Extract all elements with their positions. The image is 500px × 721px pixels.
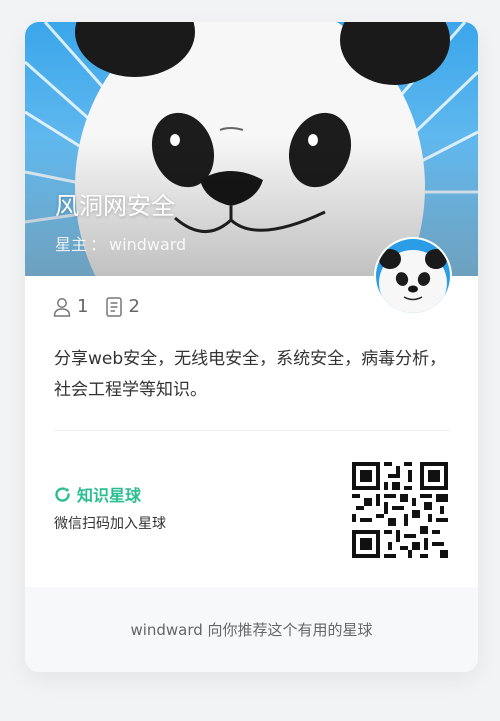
qr-code[interactable] bbox=[352, 462, 448, 558]
topic-count: 2 bbox=[128, 296, 140, 317]
footer: windward 向你推荐这个有用的星球 bbox=[25, 587, 478, 672]
refresh-ring-icon bbox=[55, 486, 70, 502]
brand-name: 知识星球 bbox=[77, 486, 142, 505]
owner-separator: ： bbox=[90, 235, 107, 254]
member-count: 1 bbox=[77, 296, 89, 317]
group-description: 分享web安全，无线电安全，系统安全，病毒分析，社会工程学等知识。 bbox=[54, 349, 447, 400]
owner-line: 星主： windward bbox=[55, 231, 186, 255]
group-stats: 1 2 bbox=[53, 296, 158, 317]
group-name: 风洞网安全 bbox=[55, 192, 175, 220]
document-icon bbox=[106, 296, 123, 317]
topic-stat: 2 bbox=[106, 296, 140, 317]
scan-hint: 微信扫码加入星球 bbox=[54, 516, 166, 532]
member-stat: 1 bbox=[53, 296, 88, 317]
group-card: 风洞网安全 星主： windward 1 2 分享web安全，无线电安全，系统安… bbox=[25, 22, 478, 672]
owner-name: windward bbox=[109, 235, 187, 254]
avatar[interactable] bbox=[374, 237, 452, 315]
footer-text: windward 向你推荐这个有用的星球 bbox=[130, 621, 373, 639]
owner-label: 星主 bbox=[55, 235, 88, 254]
user-icon bbox=[53, 297, 71, 317]
brand-logo: 知识星球 bbox=[54, 482, 141, 506]
divider bbox=[54, 430, 450, 431]
